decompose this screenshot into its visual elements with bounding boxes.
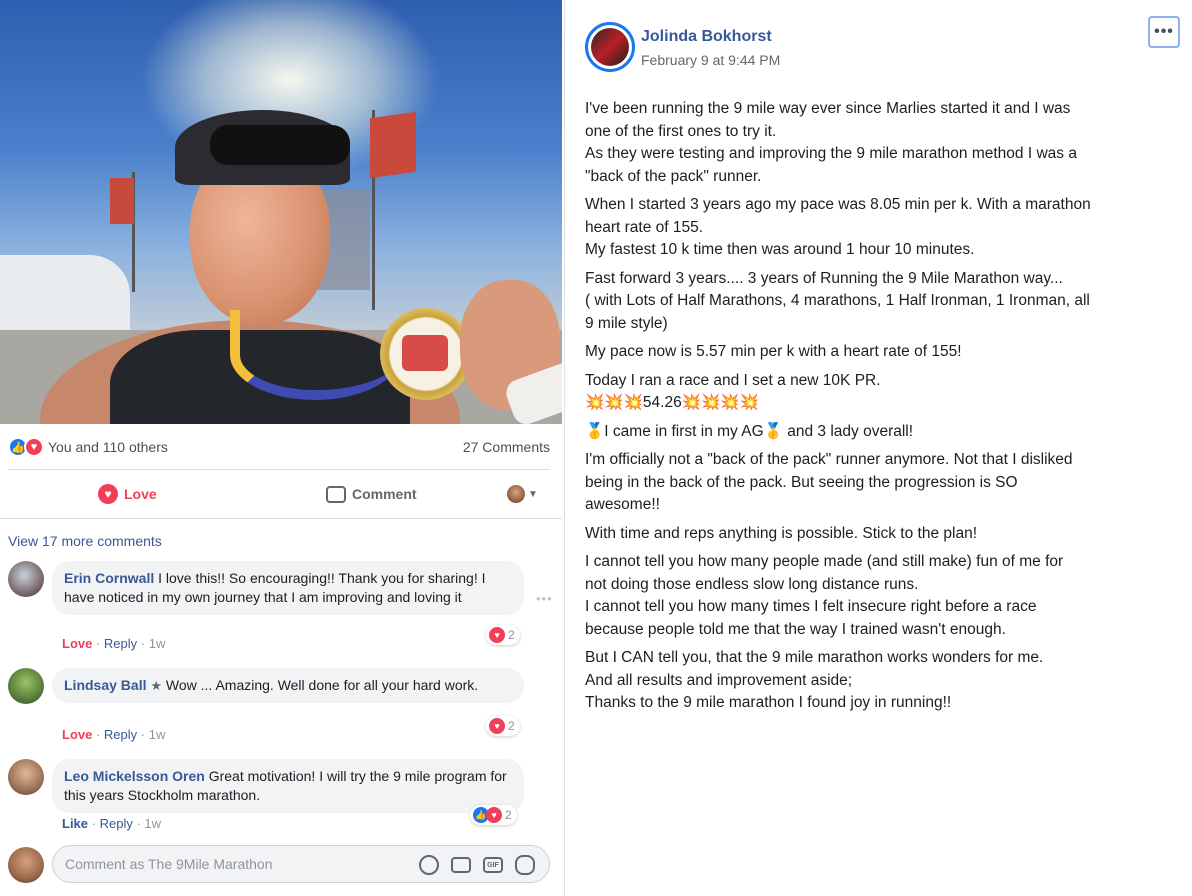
comment-item: Leo Mickelsson Oren Great motivation! I … <box>8 759 558 839</box>
comment-reply-link[interactable]: Reply <box>104 636 137 651</box>
comment-love-link[interactable]: Love <box>62 636 92 651</box>
post-author[interactable]: Jolinda Bokhorst <box>641 28 772 46</box>
comment-love-link[interactable]: Love <box>62 727 92 742</box>
comment-composer: Comment as The 9Mile Marathon GIF <box>8 845 558 885</box>
comment-item: Lindsay Ball ★ Wow ... Amazing. Well don… <box>8 668 558 748</box>
comment-bubble: Lindsay Ball ★ Wow ... Amazing. Well don… <box>52 668 524 703</box>
post-paragraph: But I CAN tell you, that the 9 mile mara… <box>585 649 1044 711</box>
post-as-selector[interactable]: ▼ <box>507 485 538 503</box>
post-paragraph: With time and reps anything is possible.… <box>585 524 978 542</box>
reactions-summary[interactable]: You and 110 others <box>48 439 168 455</box>
medal-ribbon <box>230 310 400 400</box>
sticker-icon[interactable] <box>515 855 535 875</box>
post-paragraph: Fast forward 3 years.... 3 years of Runn… <box>585 269 1090 332</box>
comment-bubble: Leo Mickelsson Oren Great motivation! I … <box>52 759 524 813</box>
post-body: I've been running the 9 mile way ever si… <box>585 98 1155 721</box>
photo-panel: 👍 ♥ You and 110 others 27 Comments ♥ Lov… <box>0 0 565 896</box>
gif-icon[interactable]: GIF <box>483 857 503 873</box>
love-icon: ♥ <box>489 627 505 643</box>
top-fan-icon: ★ <box>150 678 163 693</box>
love-button[interactable]: ♥ Love <box>98 484 157 504</box>
comment-text: Wow ... Amazing. Well done for all your … <box>165 677 479 693</box>
comment-reaction-count[interactable]: 👍 ♥ 2 <box>470 805 517 825</box>
chevron-down-icon: ▼ <box>528 488 538 500</box>
comment-author[interactable]: Lindsay Ball <box>64 677 146 693</box>
post-paragraph: I cannot tell you how many people made (… <box>585 553 1064 638</box>
post-paragraph: I've been running the 9 mile way ever si… <box>585 100 1077 185</box>
post-panel: Jolinda Bokhorst February 9 at 9:44 PM •… <box>565 0 1192 896</box>
reaction-icons[interactable]: 👍 ♥ <box>8 437 44 457</box>
comment-input[interactable]: Comment as The 9Mile Marathon GIF <box>52 845 550 883</box>
comment-button[interactable]: Comment <box>326 485 417 503</box>
emoji-icon[interactable] <box>419 855 439 875</box>
more-options-button[interactable]: ••• <box>1148 16 1180 48</box>
avatar[interactable] <box>8 668 44 704</box>
comment-reaction-count[interactable]: ♥ 2 <box>486 716 520 736</box>
composer-icons: GIF <box>419 855 535 875</box>
love-icon: ♥ <box>489 718 505 734</box>
comment-reply-link[interactable]: Reply <box>104 727 137 742</box>
love-icon: ♥ <box>24 437 44 457</box>
comment-icon <box>326 485 346 503</box>
comment-reaction-count[interactable]: ♥ 2 <box>486 625 520 645</box>
comment-input-placeholder: Comment as The 9Mile Marathon <box>65 856 273 872</box>
reaction-count: 2 <box>508 628 515 642</box>
runner-sunglasses <box>210 125 350 165</box>
divider <box>0 518 562 519</box>
post-timestamp[interactable]: February 9 at 9:44 PM <box>641 52 780 68</box>
post-photo[interactable] <box>0 0 562 424</box>
reaction-count: 2 <box>508 719 515 733</box>
reaction-count: 2 <box>505 808 512 822</box>
post-actions: ♥ Love Comment ▼ <box>0 476 560 512</box>
comment-age[interactable]: 1w <box>149 727 166 742</box>
love-icon: ♥ <box>98 484 118 504</box>
avatar[interactable] <box>8 561 44 597</box>
post-paragraph: 🥇I came in first in my AG🥇 and 3 lady ov… <box>585 422 914 440</box>
comment-button-label: Comment <box>352 486 417 502</box>
comment-age[interactable]: 1w <box>149 636 166 651</box>
comment-meta: Love · Reply · 1w <box>62 727 166 742</box>
comment-bubble: Erin Cornwall I love this!! So encouragi… <box>52 561 524 615</box>
comment-item: Erin Cornwall I love this!! So encouragi… <box>8 561 558 655</box>
photo-runner <box>40 70 562 424</box>
divider <box>8 469 550 470</box>
comment-author[interactable]: Erin Cornwall <box>64 570 154 586</box>
comment-reply-link[interactable]: Reply <box>100 816 133 831</box>
post-paragraph: I'm officially not a "back of the pack" … <box>585 451 1073 513</box>
reaction-stats-row: 👍 ♥ You and 110 others 27 Comments <box>8 434 550 460</box>
comment-age[interactable]: 1w <box>144 816 161 831</box>
comment-options-icon[interactable]: ••• <box>536 591 553 606</box>
comment-meta: Like · Reply · 1w <box>62 816 162 831</box>
medal-emblem <box>402 335 448 371</box>
avatar[interactable] <box>8 759 44 795</box>
avatar <box>507 485 525 503</box>
camera-icon[interactable] <box>451 857 471 873</box>
post-paragraph: My pace now is 5.57 min per k with a hea… <box>585 343 962 360</box>
comment-meta: Love · Reply · 1w <box>62 636 166 651</box>
comment-like-link[interactable]: Like <box>62 816 88 831</box>
avatar[interactable] <box>585 22 635 72</box>
post-paragraph: When I started 3 years ago my pace was 8… <box>585 196 1091 258</box>
love-icon: ♥ <box>486 807 502 823</box>
avatar[interactable] <box>8 847 44 883</box>
comment-author[interactable]: Leo Mickelsson Oren <box>64 768 205 784</box>
post-paragraph: Today I ran a race and I set a new 10K P… <box>585 371 881 412</box>
comments-count[interactable]: 27 Comments <box>463 439 550 455</box>
view-more-comments-link[interactable]: View 17 more comments <box>8 533 162 549</box>
love-button-label: Love <box>124 486 157 502</box>
